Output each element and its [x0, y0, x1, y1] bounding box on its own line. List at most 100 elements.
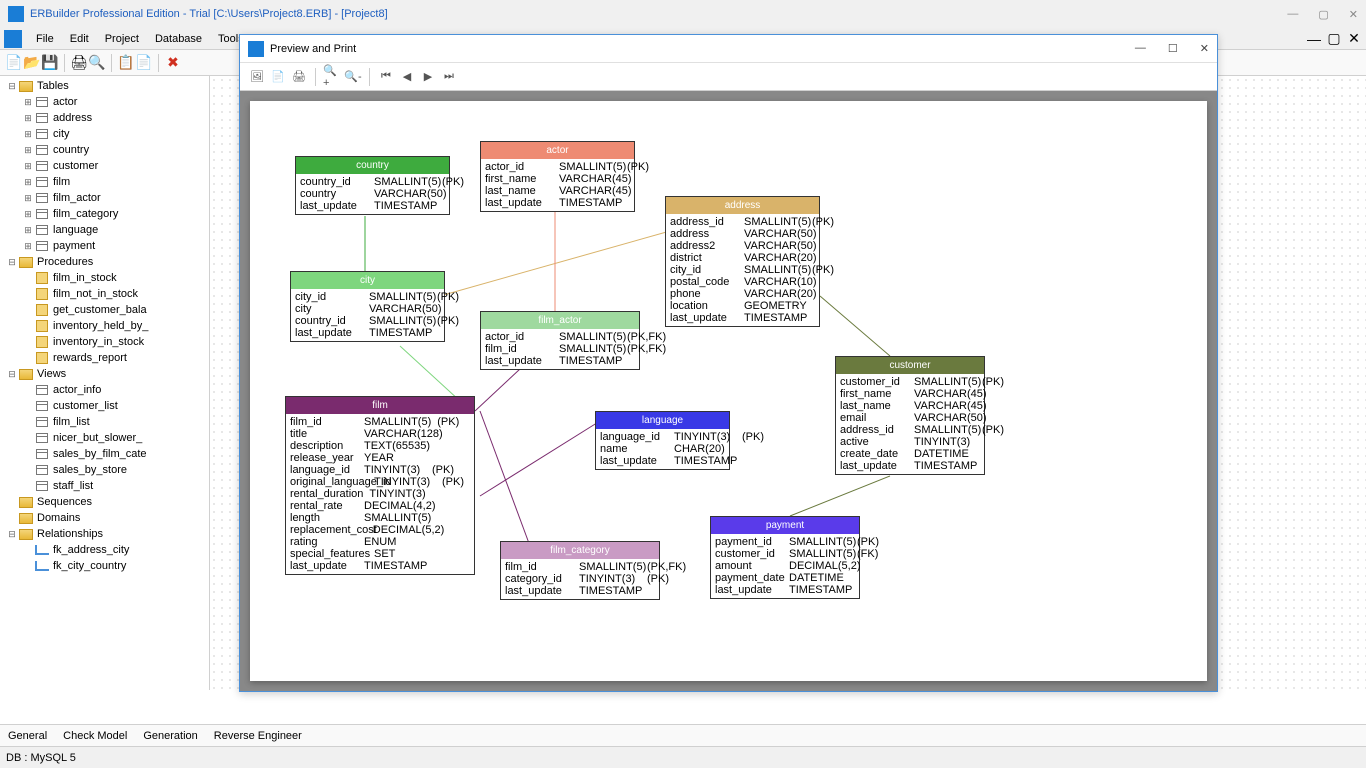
tree-view-customer_list[interactable]: customer_list [0, 398, 209, 414]
tree-table-city[interactable]: ⊞city [0, 126, 209, 142]
tree-proc-film_not_in_stock[interactable]: film_not_in_stock [0, 286, 209, 302]
entity-payment[interactable]: paymentpayment_idSMALLINT(5)(PK)customer… [710, 516, 860, 599]
entity-film_category[interactable]: film_categoryfilm_idSMALLINT(5)(PK,FK)ca… [500, 541, 660, 600]
entity-body: film_idSMALLINT(5)(PK,FK)category_idTINY… [501, 559, 659, 599]
menu-file[interactable]: File [28, 31, 62, 47]
menu-edit[interactable]: Edit [62, 31, 97, 47]
expander-icon[interactable]: ⊞ [22, 97, 34, 108]
tree-table-actor[interactable]: ⊞actor [0, 94, 209, 110]
tree-procedures[interactable]: ⊟Procedures [0, 254, 209, 270]
image-icon[interactable]: 🖼 [248, 68, 266, 86]
expander-icon[interactable]: ⊟ [6, 369, 18, 380]
tree-view-staff_list[interactable]: staff_list [0, 478, 209, 494]
close-icon[interactable]: ✕ [1349, 8, 1358, 21]
object-browser[interactable]: ⊟Tables⊞actor⊞address⊞city⊞country⊞custo… [0, 76, 210, 690]
expander-icon[interactable]: ⊞ [22, 161, 34, 172]
tree-proc-film_in_stock[interactable]: film_in_stock [0, 270, 209, 286]
tree-view-actor_info[interactable]: actor_info [0, 382, 209, 398]
entity-customer[interactable]: customercustomer_idSMALLINT(5)(PK)first_… [835, 356, 985, 475]
maximize-icon[interactable]: ▢ [1318, 8, 1328, 21]
proc-icon-icon [34, 319, 50, 333]
first-page-icon[interactable]: ⏮ [377, 68, 395, 86]
tree-table-payment[interactable]: ⊞payment [0, 238, 209, 254]
tree-label: actor_info [53, 384, 101, 396]
tab-general[interactable]: General [8, 730, 47, 742]
tree-table-country[interactable]: ⊞country [0, 142, 209, 158]
tree-table-film_category[interactable]: ⊞film_category [0, 206, 209, 222]
tree-proc-get_customer_bala[interactable]: get_customer_bala [0, 302, 209, 318]
expander-icon[interactable]: ⊟ [6, 81, 18, 92]
next-page-icon[interactable]: ▶ [419, 68, 437, 86]
tree-proc-inventory_in_stock[interactable]: inventory_in_stock [0, 334, 209, 350]
tree-proc-inventory_held_by_[interactable]: inventory_held_by_ [0, 318, 209, 334]
tree-rel-fk_address_city[interactable]: fk_address_city [0, 542, 209, 558]
expander-icon[interactable]: ⊞ [22, 209, 34, 220]
tab-generation[interactable]: Generation [143, 730, 197, 742]
expander-icon[interactable]: ⊞ [22, 145, 34, 156]
tree-table-film[interactable]: ⊞film [0, 174, 209, 190]
entity-city[interactable]: citycity_idSMALLINT(5)(PK)cityVARCHAR(50… [290, 271, 445, 342]
expander-icon[interactable]: ⊟ [6, 257, 18, 268]
tree-table-language[interactable]: ⊞language [0, 222, 209, 238]
delete-icon[interactable]: ✖ [165, 55, 181, 71]
entity-language[interactable]: languagelanguage_idTINYINT(3)(PK)nameCHA… [595, 411, 730, 470]
tree-view-sales_by_film_cate[interactable]: sales_by_film_cate [0, 446, 209, 462]
new-file-icon[interactable]: 📄 [6, 55, 22, 71]
expander-icon[interactable]: ⊞ [22, 241, 34, 252]
preview-page: countrycountry_idSMALLINT(5)(PK)countryV… [250, 101, 1207, 681]
expander-icon[interactable]: ⊟ [6, 529, 18, 540]
expander-icon[interactable]: ⊞ [22, 129, 34, 140]
export-icon[interactable]: 📄 [269, 68, 287, 86]
zoom-out-icon[interactable]: 🔍- [344, 68, 362, 86]
tree-views[interactable]: ⊟Views [0, 366, 209, 382]
mdi-restore-icon[interactable]: ▢ [1326, 31, 1342, 47]
entity-address[interactable]: addressaddress_idSMALLINT(5)(PK)addressV… [665, 196, 820, 327]
mdi-minimize-icon[interactable]: — [1306, 31, 1322, 47]
tree-proc-rewards_report[interactable]: rewards_report [0, 350, 209, 366]
copy-icon[interactable]: 📋 [118, 55, 134, 71]
printer-icon[interactable]: 🖨 [290, 68, 308, 86]
tab-reverse-engineer[interactable]: Reverse Engineer [214, 730, 302, 742]
tree-table-address[interactable]: ⊞address [0, 110, 209, 126]
preview-close-icon[interactable]: ✕ [1200, 42, 1209, 55]
tree-rel-fk_city_country[interactable]: fk_city_country [0, 558, 209, 574]
entity-film[interactable]: filmfilm_idSMALLINT(5)(PK)titleVARCHAR(1… [285, 396, 475, 575]
preview-maximize-icon[interactable]: ☐ [1168, 42, 1178, 55]
save-icon[interactable]: 💾 [42, 55, 58, 71]
tree-table-film_actor[interactable]: ⊞film_actor [0, 190, 209, 206]
expander-icon[interactable]: ⊞ [22, 225, 34, 236]
menu-database[interactable]: Database [147, 31, 210, 47]
zoom-in-icon[interactable]: 🔍+ [323, 68, 341, 86]
preview-icon[interactable]: 🔍 [89, 55, 105, 71]
tree-view-film_list[interactable]: film_list [0, 414, 209, 430]
expander-icon[interactable]: ⊞ [22, 177, 34, 188]
entity-film_actor[interactable]: film_actoractor_idSMALLINT(5)(PK,FK)film… [480, 311, 640, 370]
prev-page-icon[interactable]: ◀ [398, 68, 416, 86]
entity-country[interactable]: countrycountry_idSMALLINT(5)(PK)countryV… [295, 156, 450, 215]
preview-minimize-icon[interactable]: — [1135, 42, 1146, 55]
mdi-close-icon[interactable]: ✕ [1346, 31, 1362, 47]
tab-check-model[interactable]: Check Model [63, 730, 127, 742]
paste-icon[interactable]: 📄 [136, 55, 152, 71]
open-file-icon[interactable]: 📂 [24, 55, 40, 71]
tree-table-customer[interactable]: ⊞customer [0, 158, 209, 174]
tree-sequences[interactable]: Sequences [0, 494, 209, 510]
last-page-icon[interactable]: ⏭ [440, 68, 458, 86]
entity-actor[interactable]: actoractor_idSMALLINT(5)(PK)first_nameVA… [480, 141, 635, 212]
tree-view-nicer_but_slower_[interactable]: nicer_but_slower_ [0, 430, 209, 446]
minimize-icon[interactable]: — [1287, 8, 1298, 21]
tree-relationships[interactable]: ⊟Relationships [0, 526, 209, 542]
proc-icon-icon [34, 335, 50, 349]
tree-tables[interactable]: ⊟Tables [0, 78, 209, 94]
tree-view-sales_by_store[interactable]: sales_by_store [0, 462, 209, 478]
tree-label: sales_by_film_cate [53, 448, 147, 460]
column-row: last_updateTIMESTAMP [715, 584, 855, 596]
tree-domains[interactable]: Domains [0, 510, 209, 526]
column-row: customer_idSMALLINT(5)(FK) [715, 548, 855, 560]
proc-icon-icon [34, 287, 50, 301]
preview-canvas[interactable]: countrycountry_idSMALLINT(5)(PK)countryV… [240, 91, 1217, 691]
expander-icon[interactable]: ⊞ [22, 113, 34, 124]
expander-icon[interactable]: ⊞ [22, 193, 34, 204]
print-icon[interactable]: 🖨 [71, 55, 87, 71]
menu-project[interactable]: Project [97, 31, 147, 47]
